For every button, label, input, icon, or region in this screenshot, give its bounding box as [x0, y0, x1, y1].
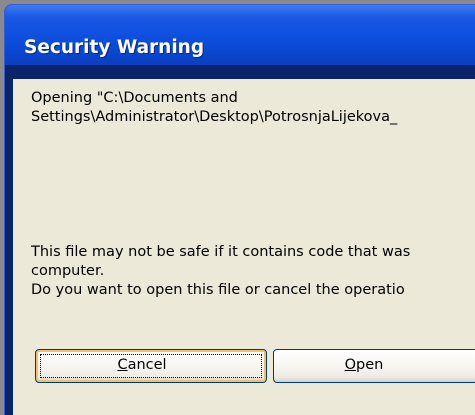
file-path-message: Opening "C:\Documents and Settings\Admin…	[31, 89, 397, 127]
warning-line: computer.	[31, 263, 105, 279]
security-warning-dialog: Security Warning Opening "C:\Documents a…	[4, 4, 475, 415]
warning-line: This file may not be safe if it contains…	[31, 244, 411, 260]
open-button[interactable]: Open	[273, 349, 475, 383]
message-line: Opening "C:\Documents and	[31, 90, 238, 106]
cancel-label-rest: ancel	[127, 357, 167, 373]
open-button-label: Open	[224, 357, 475, 373]
message-line: Settings\Administrator\Desktop\Potrosnja…	[31, 109, 398, 125]
dialog-body: Opening "C:\Documents and Settings\Admin…	[13, 79, 475, 415]
open-mnemonic: O	[344, 357, 357, 373]
open-label-rest: pen	[356, 357, 384, 373]
warning-message: This file may not be safe if it contains…	[31, 243, 410, 300]
warning-line: Do you want to open this file or cancel …	[31, 282, 405, 298]
dialog-title: Security Warning	[24, 37, 205, 58]
title-bar[interactable]: Security Warning	[5, 5, 475, 65]
cancel-mnemonic: C	[117, 357, 128, 373]
